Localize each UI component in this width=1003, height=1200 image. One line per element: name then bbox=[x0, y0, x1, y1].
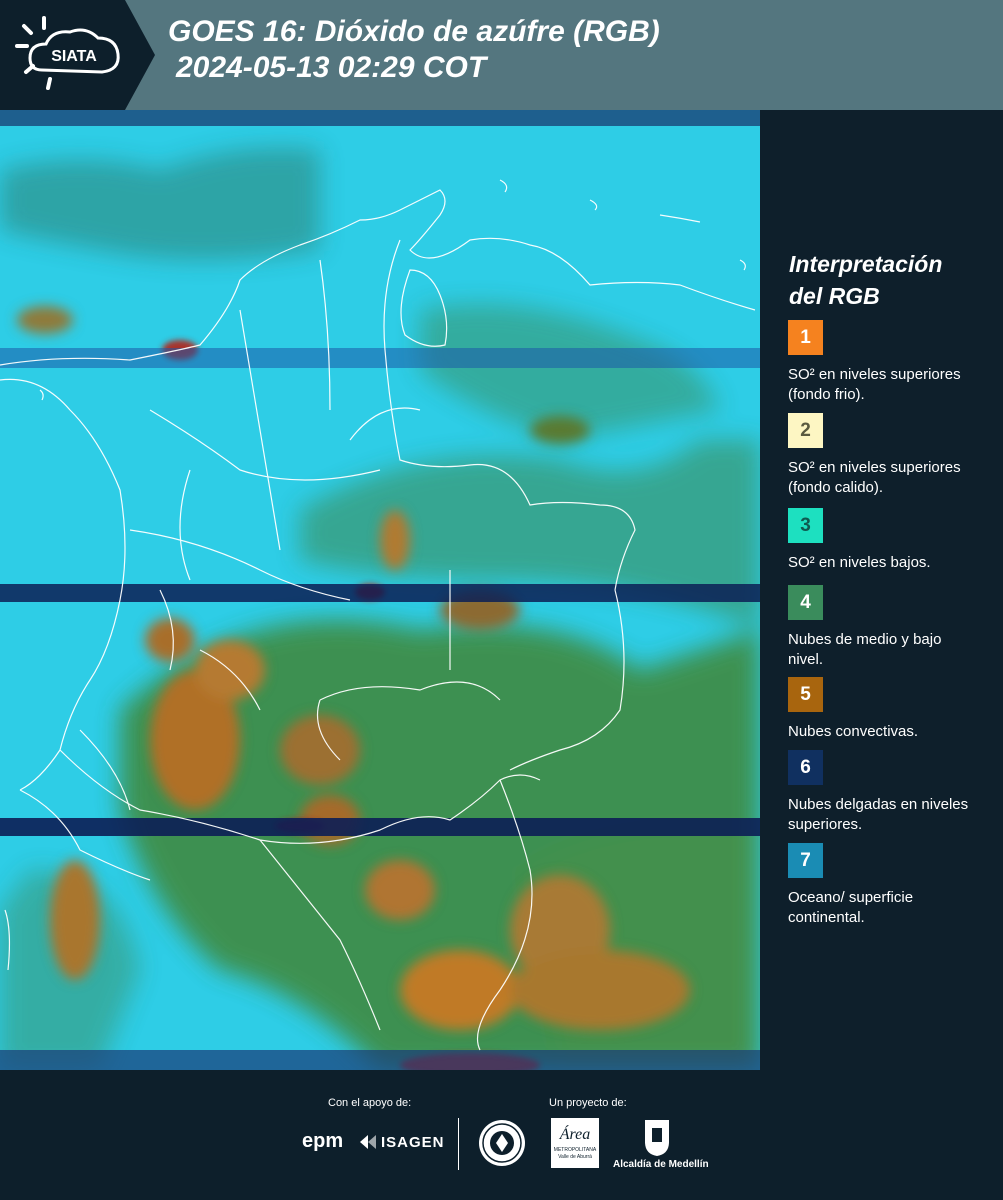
logo-text: SIATA bbox=[51, 48, 97, 65]
legend-title: Interpretación del RGB bbox=[789, 251, 943, 309]
legend-item-3: 3 SO² en niveles bajos. bbox=[788, 508, 973, 573]
title-line-2: 2024-05-13 02:29 COT bbox=[176, 51, 487, 84]
legend-label: Nubes convectivas. bbox=[788, 723, 919, 740]
legend-label: SO² en niveles bajos. bbox=[788, 554, 931, 571]
isagen-mark-icon bbox=[360, 1135, 376, 1149]
legend-swatch: 4 bbox=[788, 585, 823, 620]
title-line-1: GOES 16: Dióxido de azúfre (RGB) bbox=[168, 15, 660, 48]
medellin-coat-of-arms-icon bbox=[645, 1120, 669, 1156]
project-label: Un proyecto de: bbox=[549, 1097, 627, 1109]
siata-logo-tab: SIATA bbox=[0, 0, 155, 110]
legend-swatch: 5 bbox=[788, 677, 823, 712]
legend-item-6: 6 Nubes delgadas en niveles superiores. bbox=[788, 750, 973, 835]
area-metropolitana-logo: Área METROPOLITANA Valle de Aburrá bbox=[551, 1118, 599, 1168]
footer-divider bbox=[458, 1118, 459, 1170]
legend-swatch: 7 bbox=[788, 843, 823, 878]
legend-label: Nubes delgadas en niveles superiores. bbox=[788, 796, 969, 833]
legend-label: SO² en niveles superiores (fondo frio). bbox=[788, 366, 961, 403]
legend-label: Nubes de medio y bajo nivel. bbox=[788, 631, 942, 668]
header: SIATA GOES 16: Dióxido de azúfre (RGB) 2… bbox=[0, 0, 1003, 110]
legend-item-7: 7 Oceano/ superficie continental. bbox=[788, 843, 973, 928]
legend-item-1: 1 SO² en niveles superiores (fondo frio). bbox=[788, 320, 973, 405]
legend-label: Oceano/ superficie continental. bbox=[788, 889, 914, 926]
legend-label: SO² en niveles superiores (fondo calido)… bbox=[788, 459, 961, 496]
satellite-map bbox=[0, 110, 760, 1070]
satellite-image bbox=[0, 110, 760, 1070]
university-seal-icon bbox=[479, 1120, 525, 1166]
footer: Con el apoyo de: Un proyecto de: epm ISA… bbox=[0, 1070, 1003, 1200]
legend-item-5: 5 Nubes convectivas. bbox=[788, 677, 973, 742]
legend-item-4: 4 Nubes de medio y bajo nivel. bbox=[788, 585, 973, 670]
legend-item-2: 2 SO² en niveles superiores (fondo calido… bbox=[788, 413, 973, 498]
support-label: Con el apoyo de: bbox=[328, 1097, 412, 1109]
legend-swatch: 6 bbox=[788, 750, 823, 785]
alcaldia-logo-text: Alcaldía de Medellín bbox=[613, 1159, 709, 1170]
legend-swatch: 1 bbox=[788, 320, 823, 355]
legend-swatch: 3 bbox=[788, 508, 823, 543]
page-title: GOES 16: Dióxido de azúfre (RGB) 2024-05… bbox=[168, 14, 660, 86]
legend-swatch: 2 bbox=[788, 413, 823, 448]
legend-panel: Interpretación del RGB 1 SO² en niveles s… bbox=[760, 110, 1003, 1070]
isagen-logo bbox=[358, 1133, 378, 1156]
siata-logo-icon: SIATA bbox=[0, 0, 155, 110]
epm-logo: epm bbox=[302, 1130, 344, 1152]
